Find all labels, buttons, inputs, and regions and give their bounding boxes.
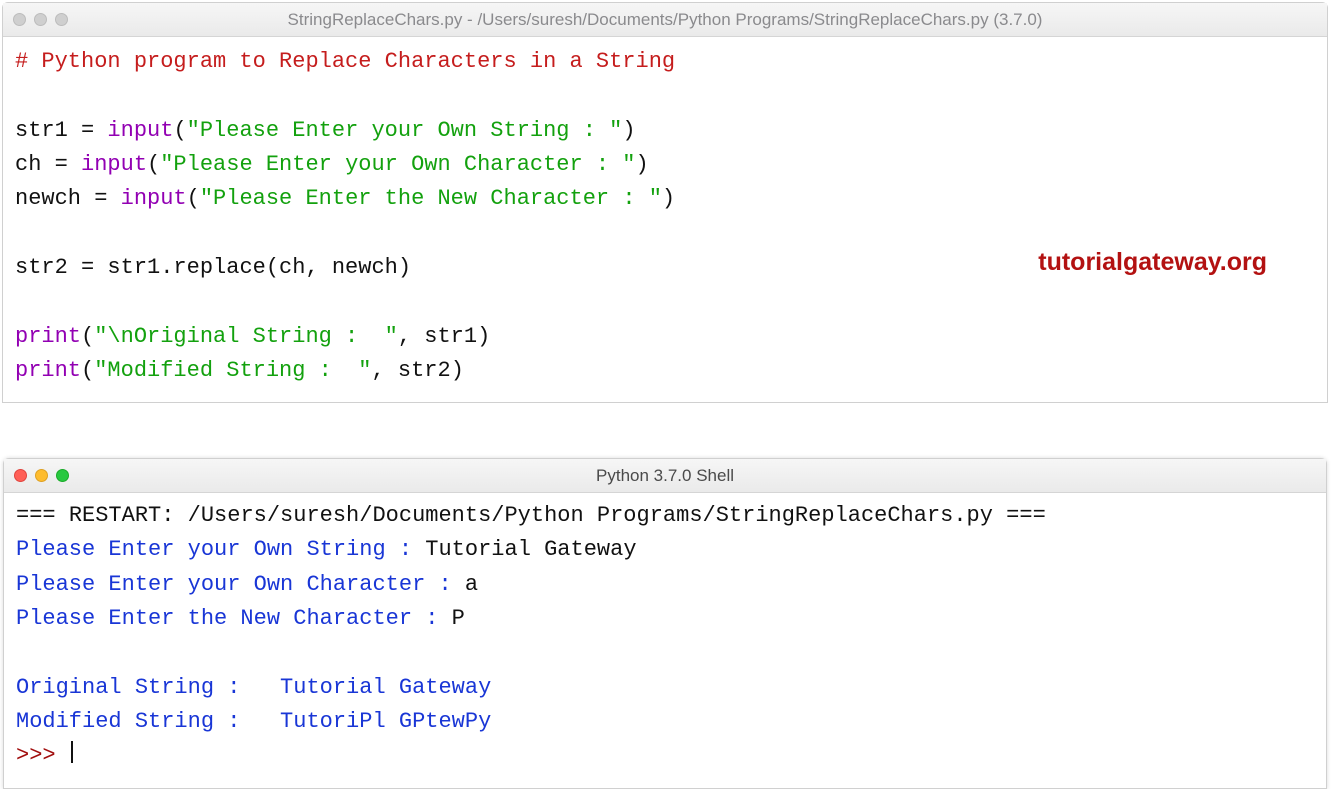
zoom-icon[interactable] bbox=[56, 469, 69, 482]
shell-output-value: TutoriPl GPtewPy bbox=[280, 709, 491, 734]
code-token: str2 bbox=[15, 255, 68, 280]
code-token: = bbox=[41, 152, 81, 177]
code-token: ( bbox=[187, 186, 200, 211]
code-token: = bbox=[68, 255, 108, 280]
shell-output-area[interactable]: === RESTART: /Users/suresh/Documents/Pyt… bbox=[4, 493, 1326, 788]
shell-user-input: a bbox=[465, 572, 478, 597]
minimize-icon[interactable] bbox=[34, 13, 47, 26]
code-token: ( bbox=[81, 324, 94, 349]
shell-prompt-label: Please Enter your Own Character : bbox=[16, 572, 465, 597]
code-token: ) bbox=[636, 152, 649, 177]
minimize-icon[interactable] bbox=[35, 469, 48, 482]
shell-prompt-label: Please Enter your Own String : bbox=[16, 537, 425, 562]
shell-title: Python 3.7.0 Shell bbox=[596, 466, 734, 486]
shell-line: === bbox=[993, 503, 1046, 528]
shell-user-input: P bbox=[452, 606, 465, 631]
close-icon[interactable] bbox=[13, 13, 26, 26]
code-editor-area[interactable]: # Python program to Replace Characters i… bbox=[3, 37, 1327, 402]
code-comment: # Python program to Replace Characters i… bbox=[15, 49, 675, 74]
zoom-icon[interactable] bbox=[55, 13, 68, 26]
editor-title: StringReplaceChars.py - /Users/suresh/Do… bbox=[288, 10, 1043, 30]
code-token: print bbox=[15, 324, 81, 349]
code-token: "Please Enter your Own Character : " bbox=[160, 152, 635, 177]
shell-prompt-label: Please Enter the New Character : bbox=[16, 606, 452, 631]
code-token: , str1 bbox=[398, 324, 477, 349]
code-token: "\nOriginal String : " bbox=[94, 324, 398, 349]
code-token: "Modified String : " bbox=[94, 358, 371, 383]
code-token: ) bbox=[662, 186, 675, 211]
code-token: input bbox=[107, 118, 173, 143]
code-token: ) bbox=[451, 358, 464, 383]
code-token: ( bbox=[147, 152, 160, 177]
watermark-text: tutorialgateway.org bbox=[1038, 243, 1267, 282]
code-token: str1 bbox=[15, 118, 68, 143]
code-token: str1.replace(ch, newch) bbox=[107, 255, 411, 280]
shell-titlebar[interactable]: Python 3.7.0 Shell bbox=[4, 459, 1326, 493]
close-icon[interactable] bbox=[14, 469, 27, 482]
editor-window: StringReplaceChars.py - /Users/suresh/Do… bbox=[2, 2, 1328, 403]
code-token: input bbox=[121, 186, 187, 211]
code-token: ) bbox=[477, 324, 490, 349]
code-token: ( bbox=[173, 118, 186, 143]
code-token: "Please Enter the New Character : " bbox=[200, 186, 662, 211]
shell-prompt-symbol: >>> bbox=[16, 743, 69, 768]
code-token: = bbox=[68, 118, 108, 143]
editor-titlebar[interactable]: StringReplaceChars.py - /Users/suresh/Do… bbox=[3, 3, 1327, 37]
code-token: ) bbox=[622, 118, 635, 143]
code-token: newch bbox=[15, 186, 81, 211]
code-token: ch bbox=[15, 152, 41, 177]
shell-line: === bbox=[16, 503, 69, 528]
shell-output-value: Tutorial Gateway bbox=[280, 675, 491, 700]
shell-user-input: Tutorial Gateway bbox=[425, 537, 636, 562]
code-token: "Please Enter your Own String : " bbox=[187, 118, 623, 143]
code-token: = bbox=[81, 186, 121, 211]
shell-window: Python 3.7.0 Shell === RESTART: /Users/s… bbox=[3, 458, 1327, 789]
shell-line: RESTART: /Users/suresh/Documents/Python … bbox=[69, 503, 993, 528]
code-token: , str2 bbox=[371, 358, 450, 383]
cursor-icon bbox=[71, 741, 73, 763]
shell-output-label: Modified String : bbox=[16, 709, 280, 734]
traffic-lights-active bbox=[14, 469, 69, 482]
code-token: input bbox=[81, 152, 147, 177]
code-token: ( bbox=[81, 358, 94, 383]
code-token: print bbox=[15, 358, 81, 383]
shell-output-label: Original String : bbox=[16, 675, 280, 700]
traffic-lights-inactive bbox=[13, 13, 68, 26]
